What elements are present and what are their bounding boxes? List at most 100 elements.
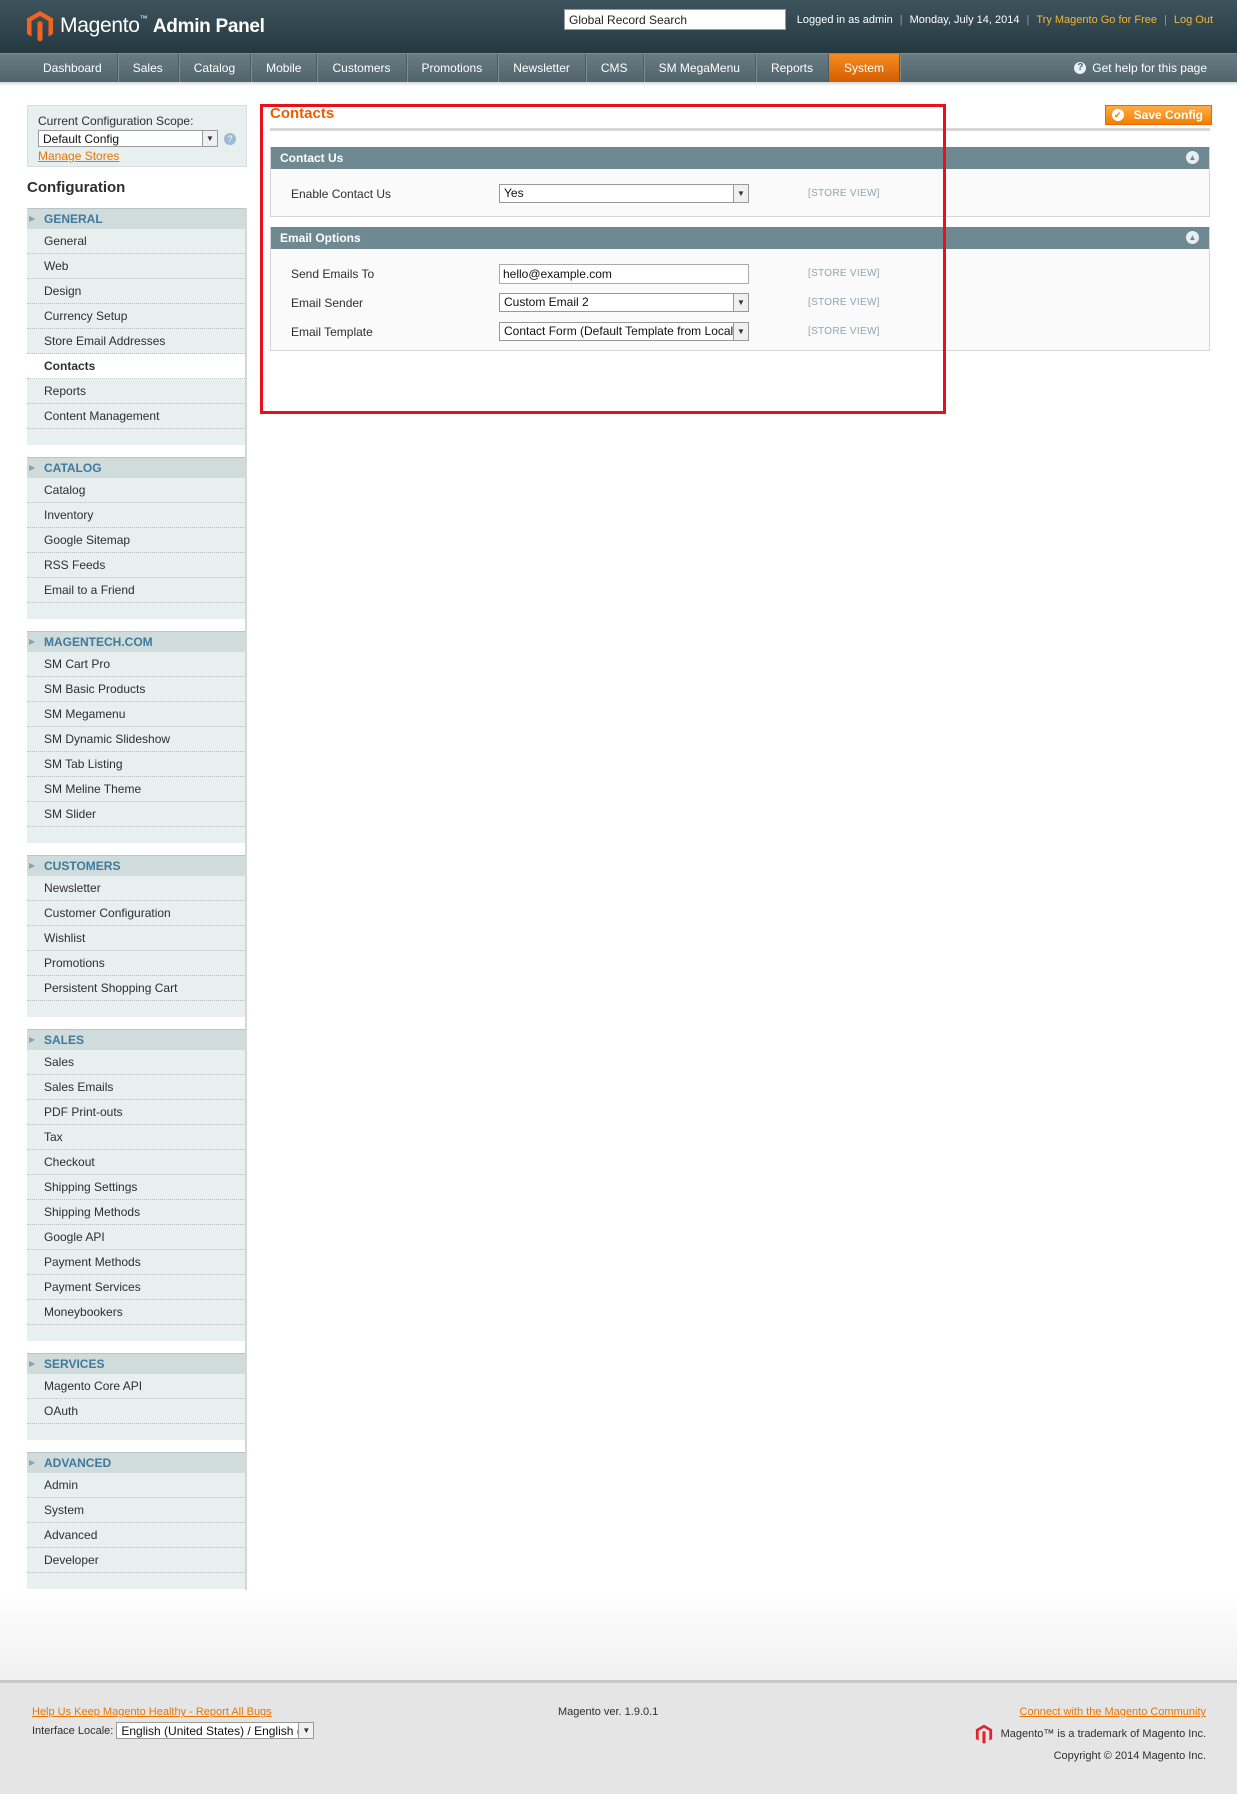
sidebar-item-contacts[interactable]: Contacts	[27, 354, 245, 379]
sidebar-item-wishlist[interactable]: Wishlist	[27, 926, 245, 951]
chevron-down-icon: ▼	[298, 1723, 314, 1738]
sidebar-item-reports[interactable]: Reports	[27, 379, 245, 404]
config-sidebar: Current Configuration Scope: Default Con…	[27, 105, 247, 1649]
sidebar-group-items: Admin System Advanced Developer	[27, 1473, 245, 1589]
sidebar-item-inventory[interactable]: Inventory	[27, 503, 245, 528]
sidebar-item-catalog[interactable]: Catalog	[27, 478, 245, 503]
sidebar-group-catalog[interactable]: CATALOG	[27, 457, 245, 478]
sidebar-item-sm-basic-products[interactable]: SM Basic Products	[27, 677, 245, 702]
nav-dashboard[interactable]: Dashboard	[28, 54, 118, 82]
sidebar-item-sm-slider[interactable]: SM Slider	[27, 802, 245, 827]
version-text: Magento ver. 1.9.0.1	[558, 1706, 659, 1718]
global-search-input[interactable]	[564, 9, 786, 30]
sidebar-group-items: Magento Core API OAuth	[27, 1374, 245, 1440]
nav-cms[interactable]: CMS	[586, 54, 644, 82]
separator: |	[1164, 14, 1167, 26]
collapse-icon[interactable]: ▲	[1186, 231, 1199, 244]
nav-reports[interactable]: Reports	[756, 54, 829, 82]
nav-customers[interactable]: Customers	[317, 54, 407, 82]
sidebar-item-checkout[interactable]: Checkout	[27, 1150, 245, 1175]
sidebar-item-tax[interactable]: Tax	[27, 1125, 245, 1150]
sidebar-item-oauth[interactable]: OAuth	[27, 1399, 245, 1424]
sidebar-item-sm-cart-pro[interactable]: SM Cart Pro	[27, 652, 245, 677]
sidebar-item-sales[interactable]: Sales	[27, 1050, 245, 1075]
sidebar-item-advanced[interactable]: Advanced	[27, 1523, 245, 1548]
sidebar-item-google-sitemap[interactable]: Google Sitemap	[27, 528, 245, 553]
sidebar-item-shipping-methods[interactable]: Shipping Methods	[27, 1200, 245, 1225]
nav-sales[interactable]: Sales	[118, 54, 179, 82]
sidebar-item-persistent-shopping-cart[interactable]: Persistent Shopping Cart	[27, 976, 245, 1001]
nav-promotions[interactable]: Promotions	[407, 54, 499, 82]
sidebar-group-magentech-com[interactable]: MAGENTECH.COM	[27, 631, 245, 652]
magento-logo[interactable]: Magento™ Admin Panel	[26, 9, 265, 43]
sidebar-group-customers[interactable]: CUSTOMERS	[27, 855, 245, 876]
help-icon[interactable]: ?	[224, 132, 236, 145]
sidebar-item-moneybookers[interactable]: Moneybookers	[27, 1300, 245, 1325]
sidebar-group-sales[interactable]: SALES	[27, 1029, 245, 1050]
nav-shadow	[0, 82, 1237, 86]
sidebar-item-currency-setup[interactable]: Currency Setup	[27, 304, 245, 329]
sidebar-item-sm-megamenu[interactable]: SM Megamenu	[27, 702, 245, 727]
collapse-icon[interactable]: ▲	[1186, 151, 1199, 164]
sidebar-item-shipping-settings[interactable]: Shipping Settings	[27, 1175, 245, 1200]
sidebar-group-general[interactable]: GENERAL	[27, 208, 245, 229]
sidebar-item-google-api[interactable]: Google API	[27, 1225, 245, 1250]
sidebar-item-newsletter[interactable]: Newsletter	[27, 876, 245, 901]
try-magento-go-link[interactable]: Try Magento Go for Free	[1036, 14, 1157, 26]
sidebar-item-payment-services[interactable]: Payment Services	[27, 1275, 245, 1300]
manage-stores-link[interactable]: Manage Stores	[38, 149, 119, 163]
sidebar-group-items: Catalog Inventory Google Sitemap RSS Feeds E…	[27, 478, 245, 619]
sidebar-item-rss-feeds[interactable]: RSS Feeds	[27, 553, 245, 578]
magento-logo-icon	[27, 11, 53, 42]
sidebar-item-content-management[interactable]: Content Management	[27, 404, 245, 429]
group-gap	[27, 1440, 245, 1452]
logo-text: Magento™ Admin Panel	[60, 14, 265, 37]
magento-logo-icon	[975, 1724, 992, 1744]
group-gap	[27, 619, 245, 631]
nav-catalog[interactable]: Catalog	[179, 54, 252, 82]
sidebar-item-system[interactable]: System	[27, 1498, 245, 1523]
config-title: Configuration	[27, 179, 247, 208]
sidebar-group-items: Newsletter Customer Configuration Wishlist…	[27, 876, 245, 1017]
sidebar-group-items: Sales Sales Emails PDF Print-outs Tax Checko…	[27, 1050, 245, 1341]
sidebar-item-email-to-a-friend[interactable]: Email to a Friend	[27, 578, 245, 603]
sidebar-item-store-email-addresses[interactable]: Store Email Addresses	[27, 329, 245, 354]
nav-sm-megamenu[interactable]: SM MegaMenu	[644, 54, 756, 82]
sidebar-item-customer-configuration[interactable]: Customer Configuration	[27, 901, 245, 926]
nav-newsletter[interactable]: Newsletter	[498, 54, 586, 82]
sidebar-group-items: SM Cart Pro SM Basic Products SM Megamenu S…	[27, 652, 245, 843]
sidebar-item-sm-dynamic-slideshow[interactable]: SM Dynamic Slideshow	[27, 727, 245, 752]
sidebar-item-magento-core-api[interactable]: Magento Core API	[27, 1374, 245, 1399]
nav-system[interactable]: System	[828, 54, 900, 82]
trademark-text: Magento™ is a trademark of Magento Inc.	[1000, 1728, 1206, 1740]
sidebar-item-pdf-print-outs[interactable]: PDF Print-outs	[27, 1100, 245, 1125]
sidebar-item-admin[interactable]: Admin	[27, 1473, 245, 1498]
footer-fade	[0, 1590, 1237, 1680]
sidebar-item-sales-emails[interactable]: Sales Emails	[27, 1075, 245, 1100]
group-gap	[27, 1341, 245, 1353]
highlight-box	[260, 104, 946, 414]
help-link[interactable]: ? Get help for this page	[1074, 54, 1207, 82]
sidebar-item-general[interactable]: General	[27, 229, 245, 254]
scope-label: Current Configuration Scope:	[38, 114, 194, 128]
save-config-label: Save Config	[1133, 108, 1203, 122]
sidebar-item-promotions[interactable]: Promotions	[27, 951, 245, 976]
sidebar-group-services[interactable]: SERVICES	[27, 1353, 245, 1374]
sidebar-item-payment-methods[interactable]: Payment Methods	[27, 1250, 245, 1275]
sidebar-item-developer[interactable]: Developer	[27, 1548, 245, 1573]
nav-mobile[interactable]: Mobile	[251, 54, 318, 82]
main-nav: Dashboard Sales Catalog Mobile Customers…	[0, 53, 1237, 82]
sidebar-item-design[interactable]: Design	[27, 279, 245, 304]
scope-select-value: Default Config	[43, 132, 120, 146]
sidebar-item-web[interactable]: Web	[27, 254, 245, 279]
community-link[interactable]: Connect with the Magento Community	[1020, 1706, 1206, 1718]
logout-link[interactable]: Log Out	[1174, 14, 1213, 26]
check-icon: ✔	[1111, 109, 1124, 121]
save-config-button[interactable]: ✔ Save Config	[1104, 105, 1212, 125]
sidebar-item-sm-tab-listing[interactable]: SM Tab Listing	[27, 752, 245, 777]
sidebar-item-sm-meline-theme[interactable]: SM Meline Theme	[27, 777, 245, 802]
locale-select[interactable]: English (United States) / English ( ▼	[116, 1722, 315, 1739]
scope-select[interactable]: Default Config ▼	[38, 130, 218, 147]
sidebar-group-advanced[interactable]: ADVANCED	[27, 1452, 245, 1473]
report-bugs-link[interactable]: Help Us Keep Magento Healthy - Report Al…	[32, 1706, 272, 1718]
